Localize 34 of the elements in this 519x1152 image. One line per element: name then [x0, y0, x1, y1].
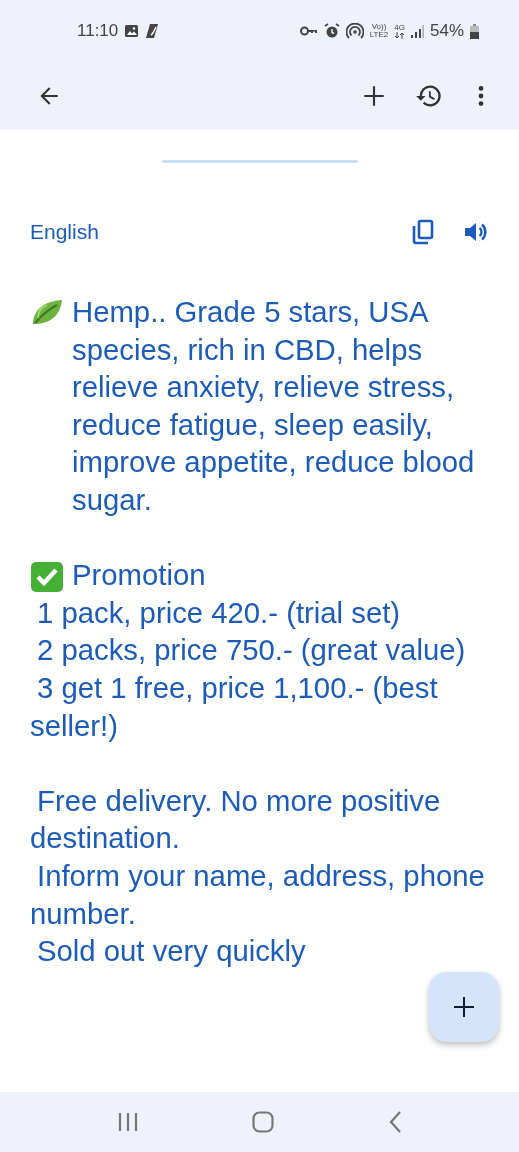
- signal-icon: [410, 24, 424, 38]
- copy-button[interactable]: [411, 219, 435, 245]
- translation-text: Promotion: [72, 557, 206, 594]
- back-chevron-icon: [388, 1111, 403, 1133]
- key-icon: [299, 26, 318, 36]
- translation-text: 3 get 1 free, price 1,100.- (best seller!): [30, 670, 438, 742]
- app-notification-icon: [145, 23, 160, 39]
- hotspot-icon: [345, 23, 364, 39]
- copy-icon: [411, 219, 435, 245]
- network-label: 4G: [394, 23, 405, 32]
- translation-text: Free delivery. No more positive destination.: [30, 783, 441, 855]
- volte-label: Vo)): [371, 23, 387, 31]
- speaker-icon: [463, 220, 489, 244]
- home-icon: [252, 1111, 275, 1133]
- translation-text: 2 packs, price 750.- (great value): [36, 633, 466, 667]
- plus-icon: [361, 83, 387, 109]
- plus-icon: [452, 995, 476, 1019]
- data-arrows-icon: [395, 31, 405, 39]
- alarm-icon: [323, 23, 340, 39]
- battery-percent: 54%: [429, 21, 464, 41]
- translation-text: Inform your name, address, phone number.: [30, 858, 485, 930]
- battery-icon: [470, 23, 479, 39]
- recent-apps-icon: [116, 1112, 139, 1132]
- clock: 11:10: [77, 21, 119, 41]
- check-mark-icon: [30, 561, 64, 594]
- volte-label: LTE2: [369, 31, 389, 39]
- language-label: English: [30, 220, 100, 244]
- image-icon: [124, 24, 140, 38]
- speaker-button[interactable]: [463, 220, 489, 244]
- translation-text: Hemp.. Grade 5 stars, USA species, rich in CBD, helps relieve anxiety, relieve stress, reduce fatigue, sleep easily, improve appetite, reduce blood sugar.: [72, 294, 476, 518]
- drag-handle[interactable]: [161, 160, 358, 163]
- translation-text: Sold out very quickly: [36, 934, 306, 968]
- leaf-icon: [30, 298, 64, 326]
- translation-text: 1 pack, price 420.- (trial set): [36, 595, 401, 629]
